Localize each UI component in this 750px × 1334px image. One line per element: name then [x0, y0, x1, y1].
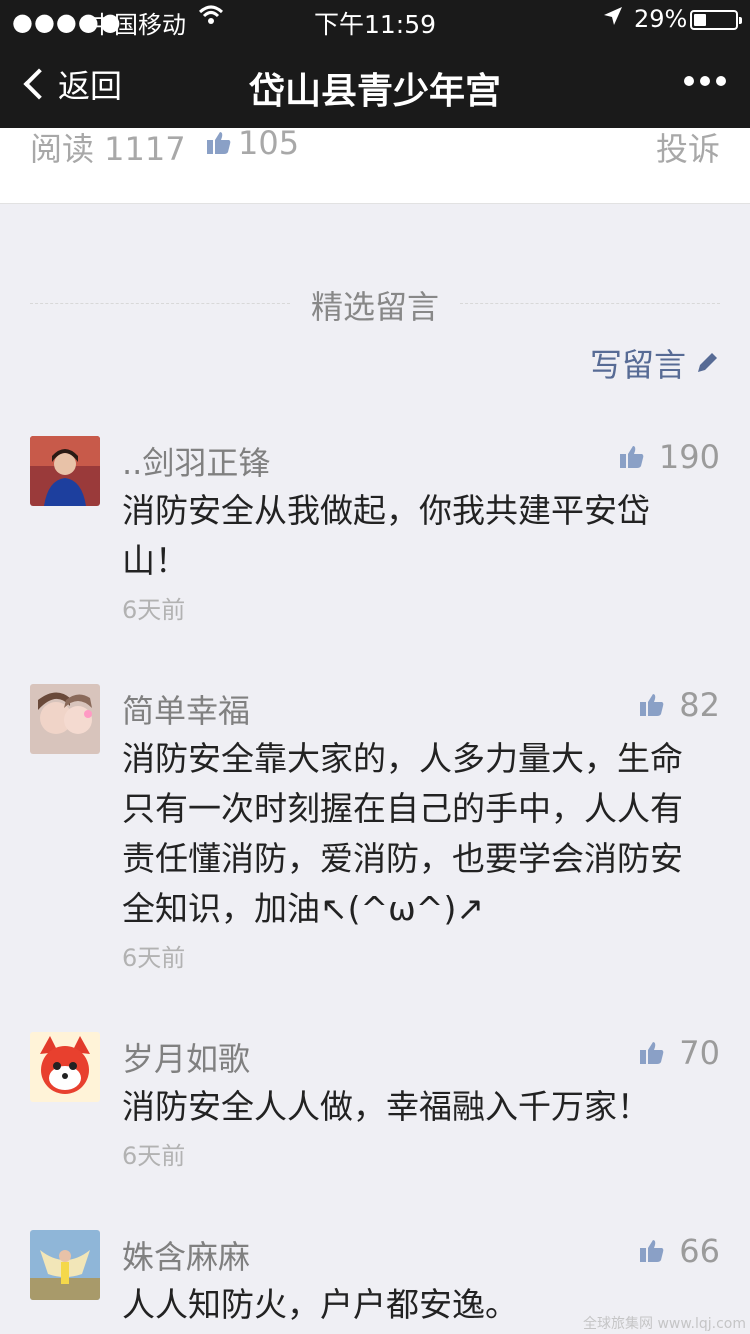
comment-time: 6天前 — [122, 596, 186, 624]
comment-like-count: 190 — [658, 438, 720, 476]
nav-bar: 返回 岱山县青少年宫 — [0, 40, 750, 128]
avatar[interactable] — [30, 436, 100, 506]
article-stats: 阅读 1117 105 投诉 — [0, 128, 750, 204]
comment-author: 简单幸福 — [122, 692, 251, 730]
comment-text: 消防安全人人做，幸福融入千万家！ — [122, 1087, 650, 1126]
battery-level-fill — [694, 14, 706, 26]
comments-section-header: 精选留言 — [30, 282, 720, 326]
comment-like-button[interactable]: 66 — [639, 1232, 720, 1270]
comments-section-title: 精选留言 — [310, 288, 439, 326]
comment-like-button[interactable]: 70 — [639, 1034, 720, 1072]
comment-like-count: 70 — [679, 1034, 720, 1072]
write-comment-button[interactable]: 写留言 — [590, 340, 720, 386]
comment-time: 6天前 — [122, 944, 186, 972]
avatar[interactable] — [30, 684, 100, 754]
comment-author: 岁月如歌 — [122, 1040, 251, 1078]
thumbs-up-icon — [640, 694, 664, 716]
thumbs-up-icon — [619, 446, 644, 468]
watermark: 全球旅集网 www.lqj.com — [583, 1316, 746, 1332]
read-count: 阅读 1117 — [30, 130, 186, 168]
comment-author: 姝含麻麻 — [122, 1238, 251, 1276]
location-arrow-icon — [602, 5, 624, 33]
comment-like-button[interactable]: 82 — [639, 686, 720, 724]
thumbs-up-icon — [640, 1240, 664, 1262]
comment-text: 消防安全靠大家的，人多力量大，生命只有一次时刻握在自己的手中，人人有责任懂消防，… — [122, 739, 683, 928]
comment-like-count: 82 — [679, 686, 720, 724]
divider — [460, 303, 720, 304]
comment-author: ..剑羽正锋 — [122, 444, 271, 482]
thumbs-up-icon — [640, 1042, 664, 1064]
comment-like-button[interactable]: 190 — [619, 438, 720, 476]
avatar[interactable] — [30, 1230, 100, 1300]
article-like-button[interactable]: 105 — [206, 128, 299, 162]
more-dots-icon[interactable] — [684, 76, 726, 86]
write-comment-label: 写留言 — [589, 346, 686, 384]
article-like-count: 105 — [238, 128, 300, 162]
comment-time: 6天前 — [122, 1142, 186, 1170]
thumbs-up-icon — [207, 132, 231, 154]
pencil-icon — [698, 353, 717, 372]
page-title: 岱山县青少年宫 — [248, 71, 501, 112]
status-bar: ●●●●● 中国移动 下午11:59 29% — [0, 0, 750, 40]
report-link[interactable]: 投诉 — [656, 128, 720, 170]
comment-text: 消防安全从我做起，你我共建平安岱山！ — [122, 491, 650, 580]
avatar[interactable] — [30, 1032, 100, 1102]
battery-percent: 29% — [634, 5, 688, 33]
battery-icon — [690, 10, 742, 30]
comment-like-count: 66 — [679, 1232, 720, 1270]
